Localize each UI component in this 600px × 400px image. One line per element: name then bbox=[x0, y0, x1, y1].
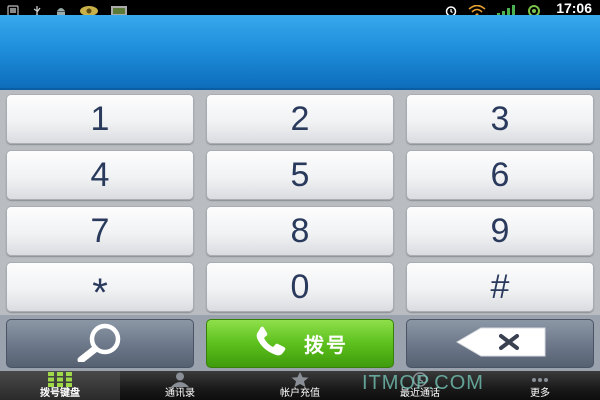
key-label: 2 bbox=[290, 100, 310, 138]
key-label: 7 bbox=[90, 212, 110, 250]
key-label: # bbox=[490, 268, 510, 306]
backspace-icon bbox=[445, 326, 555, 362]
status-bar: 17:06 bbox=[0, 0, 600, 17]
dial-keypad: 1 2 3 4 5 6 7 8 9 * 0 # bbox=[0, 90, 600, 315]
signal-icon bbox=[496, 2, 516, 17]
sd-card-icon bbox=[6, 2, 20, 17]
key-0[interactable]: 0 bbox=[206, 262, 394, 312]
bottom-tab-bar: 拨号键盘 通讯录 帐户充值 最近通话 更多 bbox=[0, 371, 600, 400]
tab-label: 最近通话 bbox=[400, 388, 440, 399]
key-4[interactable]: 4 bbox=[6, 150, 194, 200]
key-label: 3 bbox=[490, 100, 510, 138]
key-label: 8 bbox=[290, 212, 310, 250]
tab-more[interactable]: 更多 bbox=[480, 371, 600, 400]
key-1[interactable]: 1 bbox=[6, 94, 194, 144]
key-7[interactable]: 7 bbox=[6, 206, 194, 256]
key-label: * bbox=[92, 271, 108, 315]
image-notification-icon bbox=[110, 2, 128, 16]
key-9[interactable]: 9 bbox=[406, 206, 594, 256]
key-label: 0 bbox=[290, 268, 310, 306]
search-icon bbox=[55, 322, 145, 366]
tab-label: 帐户充值 bbox=[280, 388, 320, 399]
dial-label: 拨号 bbox=[304, 333, 348, 357]
phone-icon bbox=[252, 326, 292, 362]
tab-contacts[interactable]: 通讯录 bbox=[120, 371, 240, 400]
status-time: 17:06 bbox=[556, 0, 592, 16]
key-2[interactable]: 2 bbox=[206, 94, 394, 144]
key-hash[interactable]: # bbox=[406, 262, 594, 312]
status-system: 17:06 bbox=[444, 0, 592, 17]
sync-icon bbox=[526, 2, 542, 17]
key-label: 6 bbox=[490, 156, 510, 194]
key-label: 5 bbox=[290, 156, 310, 194]
key-label: 9 bbox=[490, 212, 510, 250]
dial-button[interactable]: 拨号 bbox=[206, 319, 394, 368]
alarm-icon bbox=[444, 2, 458, 17]
tab-dial-keypad[interactable]: 拨号键盘 bbox=[0, 371, 120, 400]
key-5[interactable]: 5 bbox=[206, 150, 394, 200]
key-label: 4 bbox=[90, 156, 110, 194]
app-notification-icon bbox=[78, 2, 100, 16]
tab-label: 更多 bbox=[530, 388, 550, 399]
tab-account-recharge[interactable]: 帐户充值 bbox=[240, 371, 360, 400]
android-debug-icon bbox=[54, 2, 68, 16]
tab-label: 拨号键盘 bbox=[40, 388, 80, 399]
status-notifications bbox=[6, 1, 128, 17]
search-button[interactable] bbox=[6, 319, 194, 368]
key-label: 1 bbox=[90, 100, 110, 138]
tab-label: 通讯录 bbox=[165, 388, 195, 399]
usb-icon bbox=[30, 2, 44, 17]
wifi-icon bbox=[468, 2, 486, 17]
key-8[interactable]: 8 bbox=[206, 206, 394, 256]
number-display bbox=[0, 15, 600, 90]
key-3[interactable]: 3 bbox=[406, 94, 594, 144]
action-row: 拨号 bbox=[0, 315, 600, 371]
delete-button[interactable] bbox=[406, 319, 594, 368]
key-6[interactable]: 6 bbox=[406, 150, 594, 200]
key-star[interactable]: * bbox=[6, 262, 194, 315]
tab-recent-calls[interactable]: 最近通话 bbox=[360, 371, 480, 400]
